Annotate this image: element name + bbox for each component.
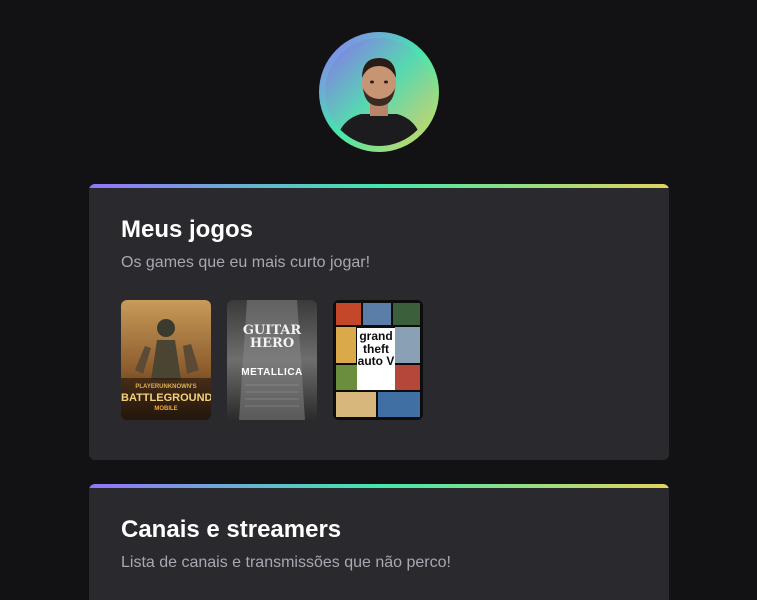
games-card: Meus jogos Os games que eu mais curto jo…: [89, 184, 669, 460]
channels-title: Canais e streamers: [121, 516, 342, 543]
game-cover-guitar-hero[interactable]: GUITAR HERO METALLICA: [227, 300, 317, 420]
channels-card: Canais e streamers Lista de canais e tra…: [89, 484, 669, 600]
pubg-top-label: PLAYERUNKNOWN'S: [135, 384, 197, 390]
avatar-photo: [325, 38, 433, 146]
avatar: [319, 32, 439, 152]
gta-v-title: grand theft auto V: [357, 329, 395, 369]
games-title: Meus jogos: [121, 216, 254, 243]
pubg-sub-label: MOBILE: [154, 406, 178, 412]
guitar-hero-title: GUITAR HERO: [242, 323, 302, 351]
channels-subtitle: Lista de canais e transmissões que não p…: [121, 554, 451, 571]
guitar-hero-subtitle: METALLICA: [241, 367, 303, 378]
game-cover-gta-v[interactable]: grand theft auto V: [333, 300, 423, 420]
game-cover-pubg[interactable]: PLAYERUNKNOWN'S BATTLEGROUNDS MOBILE: [121, 300, 211, 420]
games-subtitle: Os games que eu mais curto jogar!: [121, 254, 371, 271]
pubg-title: BATTLEGROUNDS: [121, 392, 211, 404]
games-list: PLAYERUNKNOWN'S BATTLEGROUNDS MOBILE GUI…: [121, 300, 423, 420]
page: Meus jogos Os games que eu mais curto jo…: [0, 0, 757, 600]
